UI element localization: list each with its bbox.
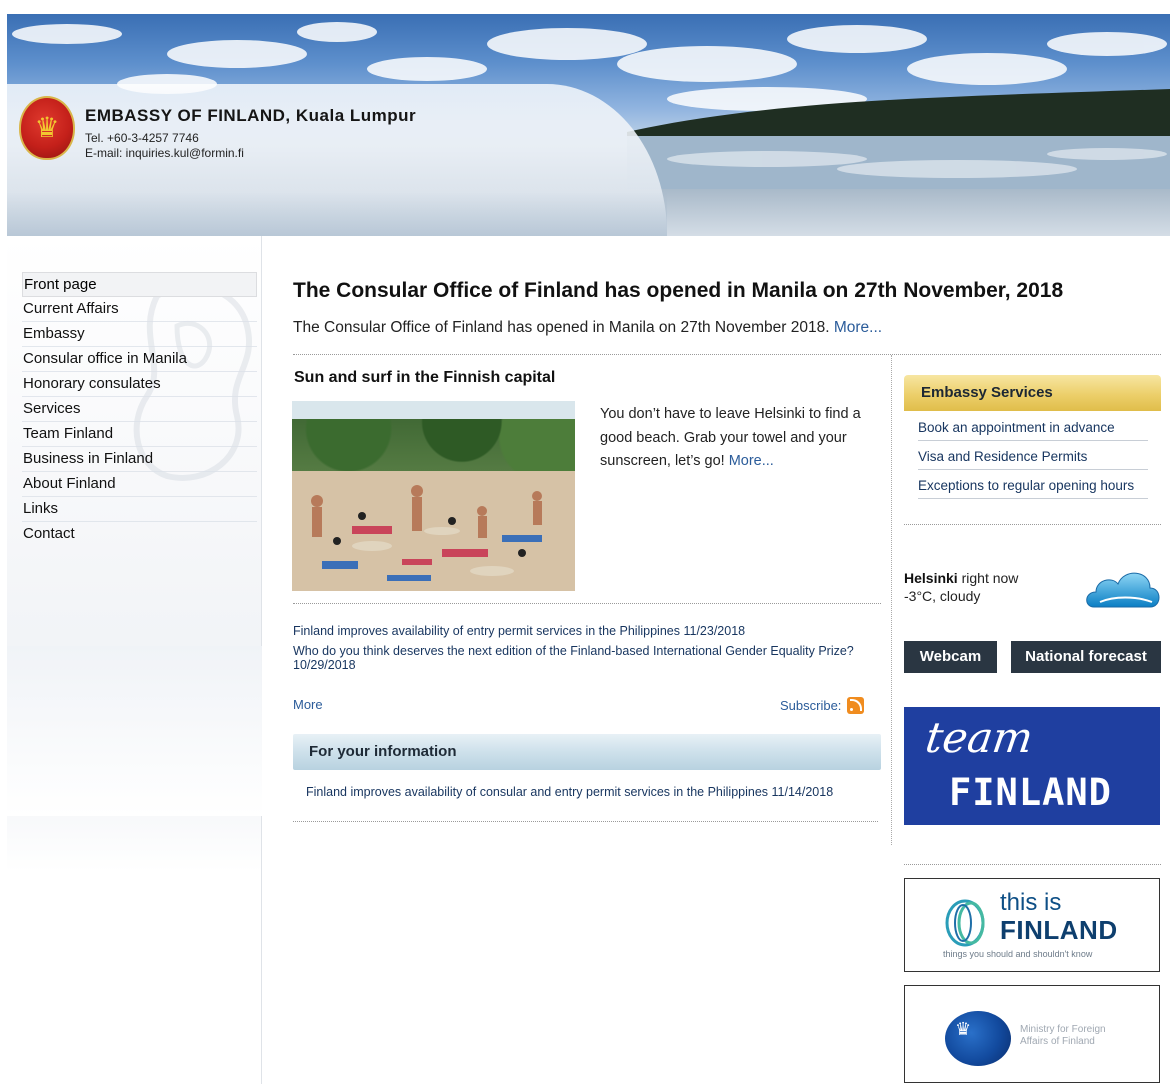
news-link[interactable]: Who do you think deserves the next editi… xyxy=(293,644,854,658)
service-link-opening-hours[interactable]: Exceptions to regular opening hours xyxy=(918,477,1161,506)
fyi-item-date: 11/14/2018 xyxy=(771,785,834,799)
beach-photo[interactable] xyxy=(292,401,575,591)
finland-coat-of-arms-icon: ♛ xyxy=(19,96,75,160)
site-title: EMBASSY OF FINLAND, Kuala Lumpur xyxy=(85,106,417,125)
subscribe-link[interactable]: Subscribe: xyxy=(780,697,865,714)
main-navigation: Front page Current Affairs Embassy Consu… xyxy=(22,272,257,547)
nav-item-front-page[interactable]: Front page xyxy=(22,272,257,297)
webcam-button[interactable]: Webcam xyxy=(904,641,997,673)
service-link-appointment[interactable]: Book an appointment in advance xyxy=(918,419,1161,448)
nav-item-links[interactable]: Links xyxy=(22,497,257,522)
lead-text: The Consular Office of Finland has opene… xyxy=(293,319,830,336)
subscribe-label: Subscribe: xyxy=(780,698,842,713)
nav-item-about-finland[interactable]: About Finland xyxy=(22,472,257,497)
ministry-name: Ministry for Foreign Affairs of Finland xyxy=(1020,1024,1106,1047)
embassy-services-box: Embassy Services Book an appointment in … xyxy=(904,375,1161,506)
nav-item-contact[interactable]: Contact xyxy=(22,522,257,547)
news-date: 11/23/2018 xyxy=(683,624,746,638)
news-more-link[interactable]: More xyxy=(293,697,323,712)
national-forecast-button[interactable]: National forecast xyxy=(1011,641,1161,673)
divider xyxy=(904,524,1161,525)
for-your-information-heading: For your information xyxy=(293,734,881,770)
news-item: Who do you think deserves the next editi… xyxy=(293,644,863,672)
finland-text: FINLAND xyxy=(1000,915,1118,945)
fyi-item-link[interactable]: Finland improves availability of consula… xyxy=(306,785,866,799)
service-link-visa-residence[interactable]: Visa and Residence Permits xyxy=(918,448,1161,477)
rss-icon[interactable] xyxy=(847,697,865,714)
header-telephone: Tel. +60-3-4257 7746 xyxy=(85,131,199,145)
this-is-finland-tagline: things you should and shouldn't know xyxy=(943,949,1093,959)
story-summary: You don’t have to leave Helsinki to find… xyxy=(600,403,880,474)
news-link[interactable]: Finland improves availability of entry p… xyxy=(293,624,680,638)
news-date: 10/29/2018 xyxy=(293,658,356,672)
embassy-services-list: Book an appointment in advance Visa and … xyxy=(904,411,1161,506)
nav-item-business-in-finland[interactable]: Business in Finland xyxy=(22,447,257,472)
team-finland-banner[interactable]: team FINLAND xyxy=(904,707,1160,825)
beach-crowd-image xyxy=(292,471,575,591)
column-divider xyxy=(891,355,892,845)
nav-item-current-affairs[interactable]: Current Affairs xyxy=(22,297,257,322)
news-list: Finland improves availability of entry p… xyxy=(293,624,863,678)
divider xyxy=(904,864,1161,865)
main-headline[interactable]: The Consular Office of Finland has opene… xyxy=(293,279,1063,303)
team-finland-word: FINLAND xyxy=(949,771,1112,814)
nav-item-honorary-consulates[interactable]: Honorary consulates xyxy=(22,372,257,397)
cloud-icon xyxy=(1086,572,1160,608)
weather-city: Helsinki xyxy=(904,570,958,586)
this-is-finland-logo-icon xyxy=(945,899,985,947)
team-finland-script: team xyxy=(922,713,1037,762)
weather-suffix: right now xyxy=(961,570,1019,586)
divider xyxy=(293,821,878,822)
nav-item-team-finland[interactable]: Team Finland xyxy=(22,422,257,447)
weather-widget: Helsinki right now -3°C, cloudy xyxy=(904,570,1161,620)
fyi-item-text: Finland improves availability of consula… xyxy=(306,785,769,799)
header-email: E-mail: inquiries.kul@formin.fi xyxy=(85,146,244,160)
embassy-services-heading: Embassy Services xyxy=(904,375,1161,411)
news-item: Finland improves availability of entry p… xyxy=(293,624,863,638)
left-sidebar: Front page Current Affairs Embassy Consu… xyxy=(7,236,262,1084)
ministry-globe-icon: ♛ xyxy=(945,1011,1011,1066)
nav-item-consular-office-manila[interactable]: Consular office in Manila xyxy=(22,347,257,372)
lead-more-link[interactable]: More... xyxy=(834,319,882,336)
nav-item-embassy[interactable]: Embassy xyxy=(22,322,257,347)
this-is-finland-banner[interactable]: this is FINLAND things you should and sh… xyxy=(904,878,1160,972)
story-more-link[interactable]: More... xyxy=(729,453,774,469)
lead-paragraph: The Consular Office of Finland has opene… xyxy=(293,319,882,337)
divider xyxy=(293,354,1161,355)
this-is-text: this is xyxy=(1000,889,1062,916)
ministry-foreign-affairs-banner[interactable]: ♛ Ministry for Foreign Affairs of Finlan… xyxy=(904,985,1160,1083)
story-title[interactable]: Sun and surf in the Finnish capital xyxy=(294,369,555,387)
divider xyxy=(293,603,881,604)
nav-item-services[interactable]: Services xyxy=(22,397,257,422)
